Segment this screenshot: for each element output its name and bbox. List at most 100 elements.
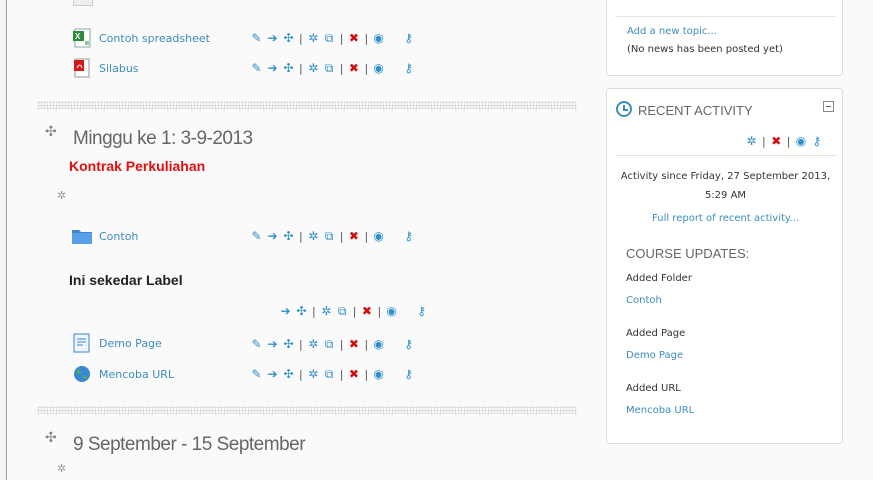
edit-pencil-icon[interactable]: ✎ <box>250 367 263 381</box>
settings-gear-icon[interactable]: ✲ <box>307 61 320 75</box>
course-updates-heading: COURSE UPDATES: <box>626 246 750 261</box>
activity-since-line1: Activity since Friday, 27 September 2013… <box>620 171 831 182</box>
move-icon[interactable]: ✣ <box>282 31 295 45</box>
duplicate-icon[interactable]: ⧉ <box>336 304 349 319</box>
separator: | <box>377 304 382 318</box>
edit-toolbar-spreadsheet: ✎ ➔ ✣ | ✲ ⧉ | ✖ | ◉ ⚷ <box>250 30 415 46</box>
settings-gear-icon[interactable]: ✲ <box>320 304 333 318</box>
divider-line <box>615 155 837 156</box>
move-icon[interactable]: ✣ <box>282 61 295 75</box>
visibility-eye-icon[interactable]: ◉ <box>372 229 385 243</box>
move-icon[interactable]: ✣ <box>282 337 295 351</box>
activity-since-text: Activity since Friday, 27 September 2013… <box>607 167 844 205</box>
settings-gear-icon[interactable]: ✲ <box>307 229 320 243</box>
visibility-eye-icon[interactable]: ◉ <box>794 134 807 148</box>
collapse-block-icon[interactable] <box>823 101 834 112</box>
update-link-folder[interactable]: Contoh <box>626 295 662 306</box>
settings-gear-icon[interactable]: ✲ <box>307 31 320 45</box>
move-right-icon[interactable]: ➔ <box>266 337 279 351</box>
separator: | <box>312 304 316 318</box>
move-right-icon[interactable]: ➔ <box>279 304 292 318</box>
course-main-content: X Contoh spreadsheet ✎ ➔ ✣ | ✲ ⧉ | ✖ | ◉… <box>7 0 599 480</box>
separator: | <box>299 31 303 45</box>
move-right-icon[interactable]: ➔ <box>266 61 279 75</box>
visibility-eye-icon[interactable]: ◉ <box>372 31 385 45</box>
settings-gear-icon[interactable]: ✲ <box>745 134 758 148</box>
duplicate-icon[interactable]: ⧉ <box>323 31 336 46</box>
update-label-page: Added Page <box>626 328 686 339</box>
section-title-week2: 9 September - 15 September <box>73 434 306 455</box>
move-icon[interactable]: ✣ <box>295 304 308 318</box>
separator: | <box>364 229 369 243</box>
move-icon[interactable]: ✣ <box>282 367 295 381</box>
clock-icon <box>616 101 632 117</box>
separator: | <box>299 229 303 243</box>
delete-icon[interactable]: ✖ <box>347 229 360 243</box>
section-move-icon[interactable]: ✣ <box>45 124 57 140</box>
resource-link-spreadsheet[interactable]: Contoh spreadsheet <box>99 32 210 45</box>
edit-pencil-icon[interactable]: ✎ <box>250 61 263 75</box>
update-label-url: Added URL <box>626 383 681 394</box>
duplicate-icon[interactable]: ⧉ <box>323 337 336 352</box>
edit-pencil-icon[interactable]: ✎ <box>250 337 263 351</box>
edit-pencil-icon[interactable]: ✎ <box>250 31 263 45</box>
assign-roles-key-icon[interactable]: ⚷ <box>415 304 428 318</box>
resource-link-demo-page[interactable]: Demo Page <box>99 337 162 350</box>
visibility-eye-icon[interactable]: ◉ <box>372 61 385 75</box>
assign-roles-key-icon[interactable]: ⚷ <box>402 367 415 381</box>
move-icon[interactable]: ✣ <box>282 229 295 243</box>
assign-roles-key-icon[interactable]: ⚷ <box>402 61 415 75</box>
section-move-icon[interactable]: ✣ <box>45 430 57 446</box>
right-sidebar: Add a new topic... (No news has been pos… <box>599 0 873 480</box>
edit-pencil-icon[interactable]: ✎ <box>250 229 263 243</box>
separator: | <box>352 304 357 318</box>
settings-gear-icon[interactable]: ✲ <box>307 337 320 351</box>
separator: | <box>364 61 369 75</box>
delete-icon[interactable]: ✖ <box>347 367 360 381</box>
assign-roles-key-icon[interactable]: ⚷ <box>402 31 415 45</box>
edit-toolbar-demo-page: ✎ ➔ ✣ | ✲ ⧉ | ✖ | ◉ ⚷ <box>250 336 415 352</box>
delete-icon[interactable]: ✖ <box>770 134 783 148</box>
move-right-icon[interactable]: ➔ <box>266 229 279 243</box>
delete-icon[interactable]: ✖ <box>347 337 360 351</box>
full-report-link[interactable]: Full report of recent activity... <box>607 213 844 224</box>
delete-icon[interactable]: ✖ <box>347 61 360 75</box>
assign-roles-key-icon[interactable]: ⚷ <box>402 229 415 243</box>
resource-link-silabus[interactable]: Silabus <box>99 62 139 75</box>
move-right-icon[interactable]: ➔ <box>266 367 279 381</box>
edit-toolbar-label: ➔ ✣ | ✲ ⧉ | ✖ | ◉ ⚷ <box>279 303 428 319</box>
delete-icon[interactable]: ✖ <box>360 304 373 318</box>
duplicate-icon[interactable]: ⧉ <box>323 61 336 76</box>
separator: | <box>786 134 791 148</box>
resource-row-silabus: Silabus <box>71 57 139 79</box>
recent-activity-block: RECENT ACTIVITY ✲ | ✖ | ◉ ⚷ Activity sin… <box>606 88 843 444</box>
section-settings-gear-icon[interactable]: ✲ <box>57 462 66 475</box>
resource-link-folder[interactable]: Contoh <box>99 230 138 243</box>
activity-since-line2: 5:29 AM <box>704 190 747 201</box>
update-link-page[interactable]: Demo Page <box>626 350 683 361</box>
assign-roles-key-icon[interactable]: ⚷ <box>402 337 415 351</box>
svg-text:X: X <box>75 32 81 41</box>
duplicate-icon[interactable]: ⧉ <box>323 367 336 382</box>
update-link-url[interactable]: Mencoba URL <box>626 405 694 416</box>
folder-icon <box>71 226 93 246</box>
duplicate-icon[interactable]: ⧉ <box>323 229 336 244</box>
section-settings-gear-icon[interactable]: ✲ <box>57 189 66 202</box>
separator: | <box>299 337 303 351</box>
visibility-eye-icon[interactable]: ◉ <box>372 337 385 351</box>
separator: | <box>339 61 344 75</box>
visibility-eye-icon[interactable]: ◉ <box>385 304 398 318</box>
block-edit-toolbar: ✲ | ✖ | ◉ ⚷ <box>745 133 823 149</box>
resource-link-mencoba-url[interactable]: Mencoba URL <box>99 368 174 381</box>
settings-gear-icon[interactable]: ✲ <box>307 367 320 381</box>
pdf-icon <box>71 58 93 78</box>
assign-roles-key-icon[interactable]: ⚷ <box>810 134 823 148</box>
add-new-topic-link[interactable]: Add a new topic... <box>627 26 717 37</box>
visibility-eye-icon[interactable]: ◉ <box>372 367 385 381</box>
move-right-icon[interactable]: ➔ <box>266 31 279 45</box>
no-news-text: (No news has been posted yet) <box>627 44 783 55</box>
separator: | <box>364 367 369 381</box>
edit-toolbar-mencoba-url: ✎ ➔ ✣ | ✲ ⧉ | ✖ | ◉ ⚷ <box>250 366 415 382</box>
delete-icon[interactable]: ✖ <box>347 31 360 45</box>
label-text: Ini sekedar Label <box>69 272 183 288</box>
